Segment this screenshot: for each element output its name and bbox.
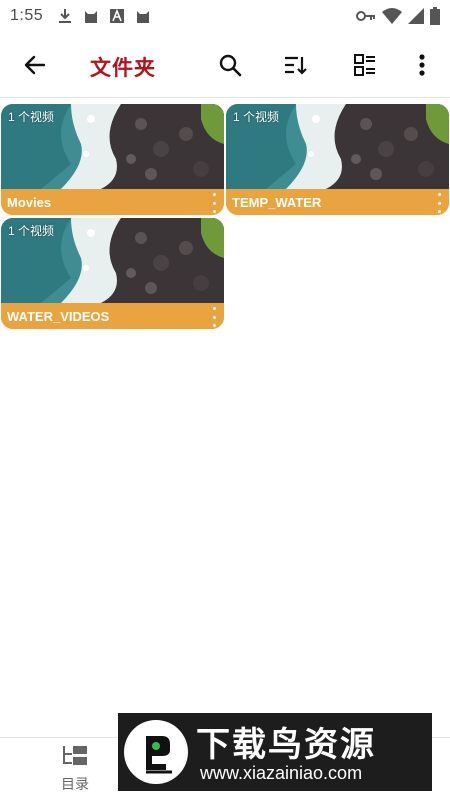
folder-thumbnail: 1 个视频 [1, 218, 224, 303]
more-vert-icon[interactable] [407, 50, 437, 80]
back-arrow-icon[interactable] [20, 50, 50, 80]
signal-icon [408, 8, 424, 24]
folder-more-icon[interactable] [435, 193, 443, 213]
folder-card[interactable]: 1 个视频 Movies [1, 104, 224, 215]
download-icon [57, 8, 73, 24]
folder-card[interactable]: 1 个视频 WATER_VIDEOS [1, 218, 224, 329]
folder-name: TEMP_WATER [232, 194, 322, 210]
page-title: 文件夹 [90, 57, 156, 80]
folder-footer: TEMP_WATER [226, 189, 449, 215]
wifi-icon [382, 8, 402, 24]
folder-thumbnail: 1 个视频 [226, 104, 449, 189]
folder-name: Movies [7, 194, 52, 210]
watermark-title: 下载鸟资源 [196, 726, 376, 764]
watermark: 下载鸟资源 www.xiazainiao.com [118, 713, 432, 791]
view-list-icon[interactable] [350, 50, 380, 80]
status-icons-right [356, 7, 440, 25]
status-icons-left [57, 8, 151, 24]
video-count: 1 个视频 [8, 224, 55, 238]
video-count: 1 个视频 [8, 110, 55, 124]
app-bar: 文件夹 [0, 32, 450, 98]
cat-icon [135, 8, 151, 24]
folder-more-icon[interactable] [210, 307, 218, 327]
folder-more-icon[interactable] [210, 193, 218, 213]
bird-logo-icon [124, 720, 188, 784]
status-bar: 1:55 [0, 0, 450, 32]
folder-footer: WATER_VIDEOS [1, 303, 224, 329]
search-icon[interactable] [215, 50, 245, 80]
folder-card[interactable]: 1 个视频 TEMP_WATER [226, 104, 449, 215]
status-time: 1:55 [10, 7, 44, 24]
tree-icon [62, 745, 88, 772]
video-count: 1 个视频 [233, 110, 280, 124]
battery-icon [430, 7, 440, 25]
sort-icon[interactable] [280, 50, 310, 80]
folder-name: WATER_VIDEOS [7, 308, 110, 324]
cat-icon [83, 8, 99, 24]
key-icon [356, 8, 376, 24]
nav-label: 目录 [61, 776, 89, 792]
watermark-url: www.xiazainiao.com [200, 763, 363, 783]
folder-thumbnail: 1 个视频 [1, 104, 224, 189]
a-icon [109, 8, 125, 24]
folder-footer: Movies [1, 189, 224, 215]
